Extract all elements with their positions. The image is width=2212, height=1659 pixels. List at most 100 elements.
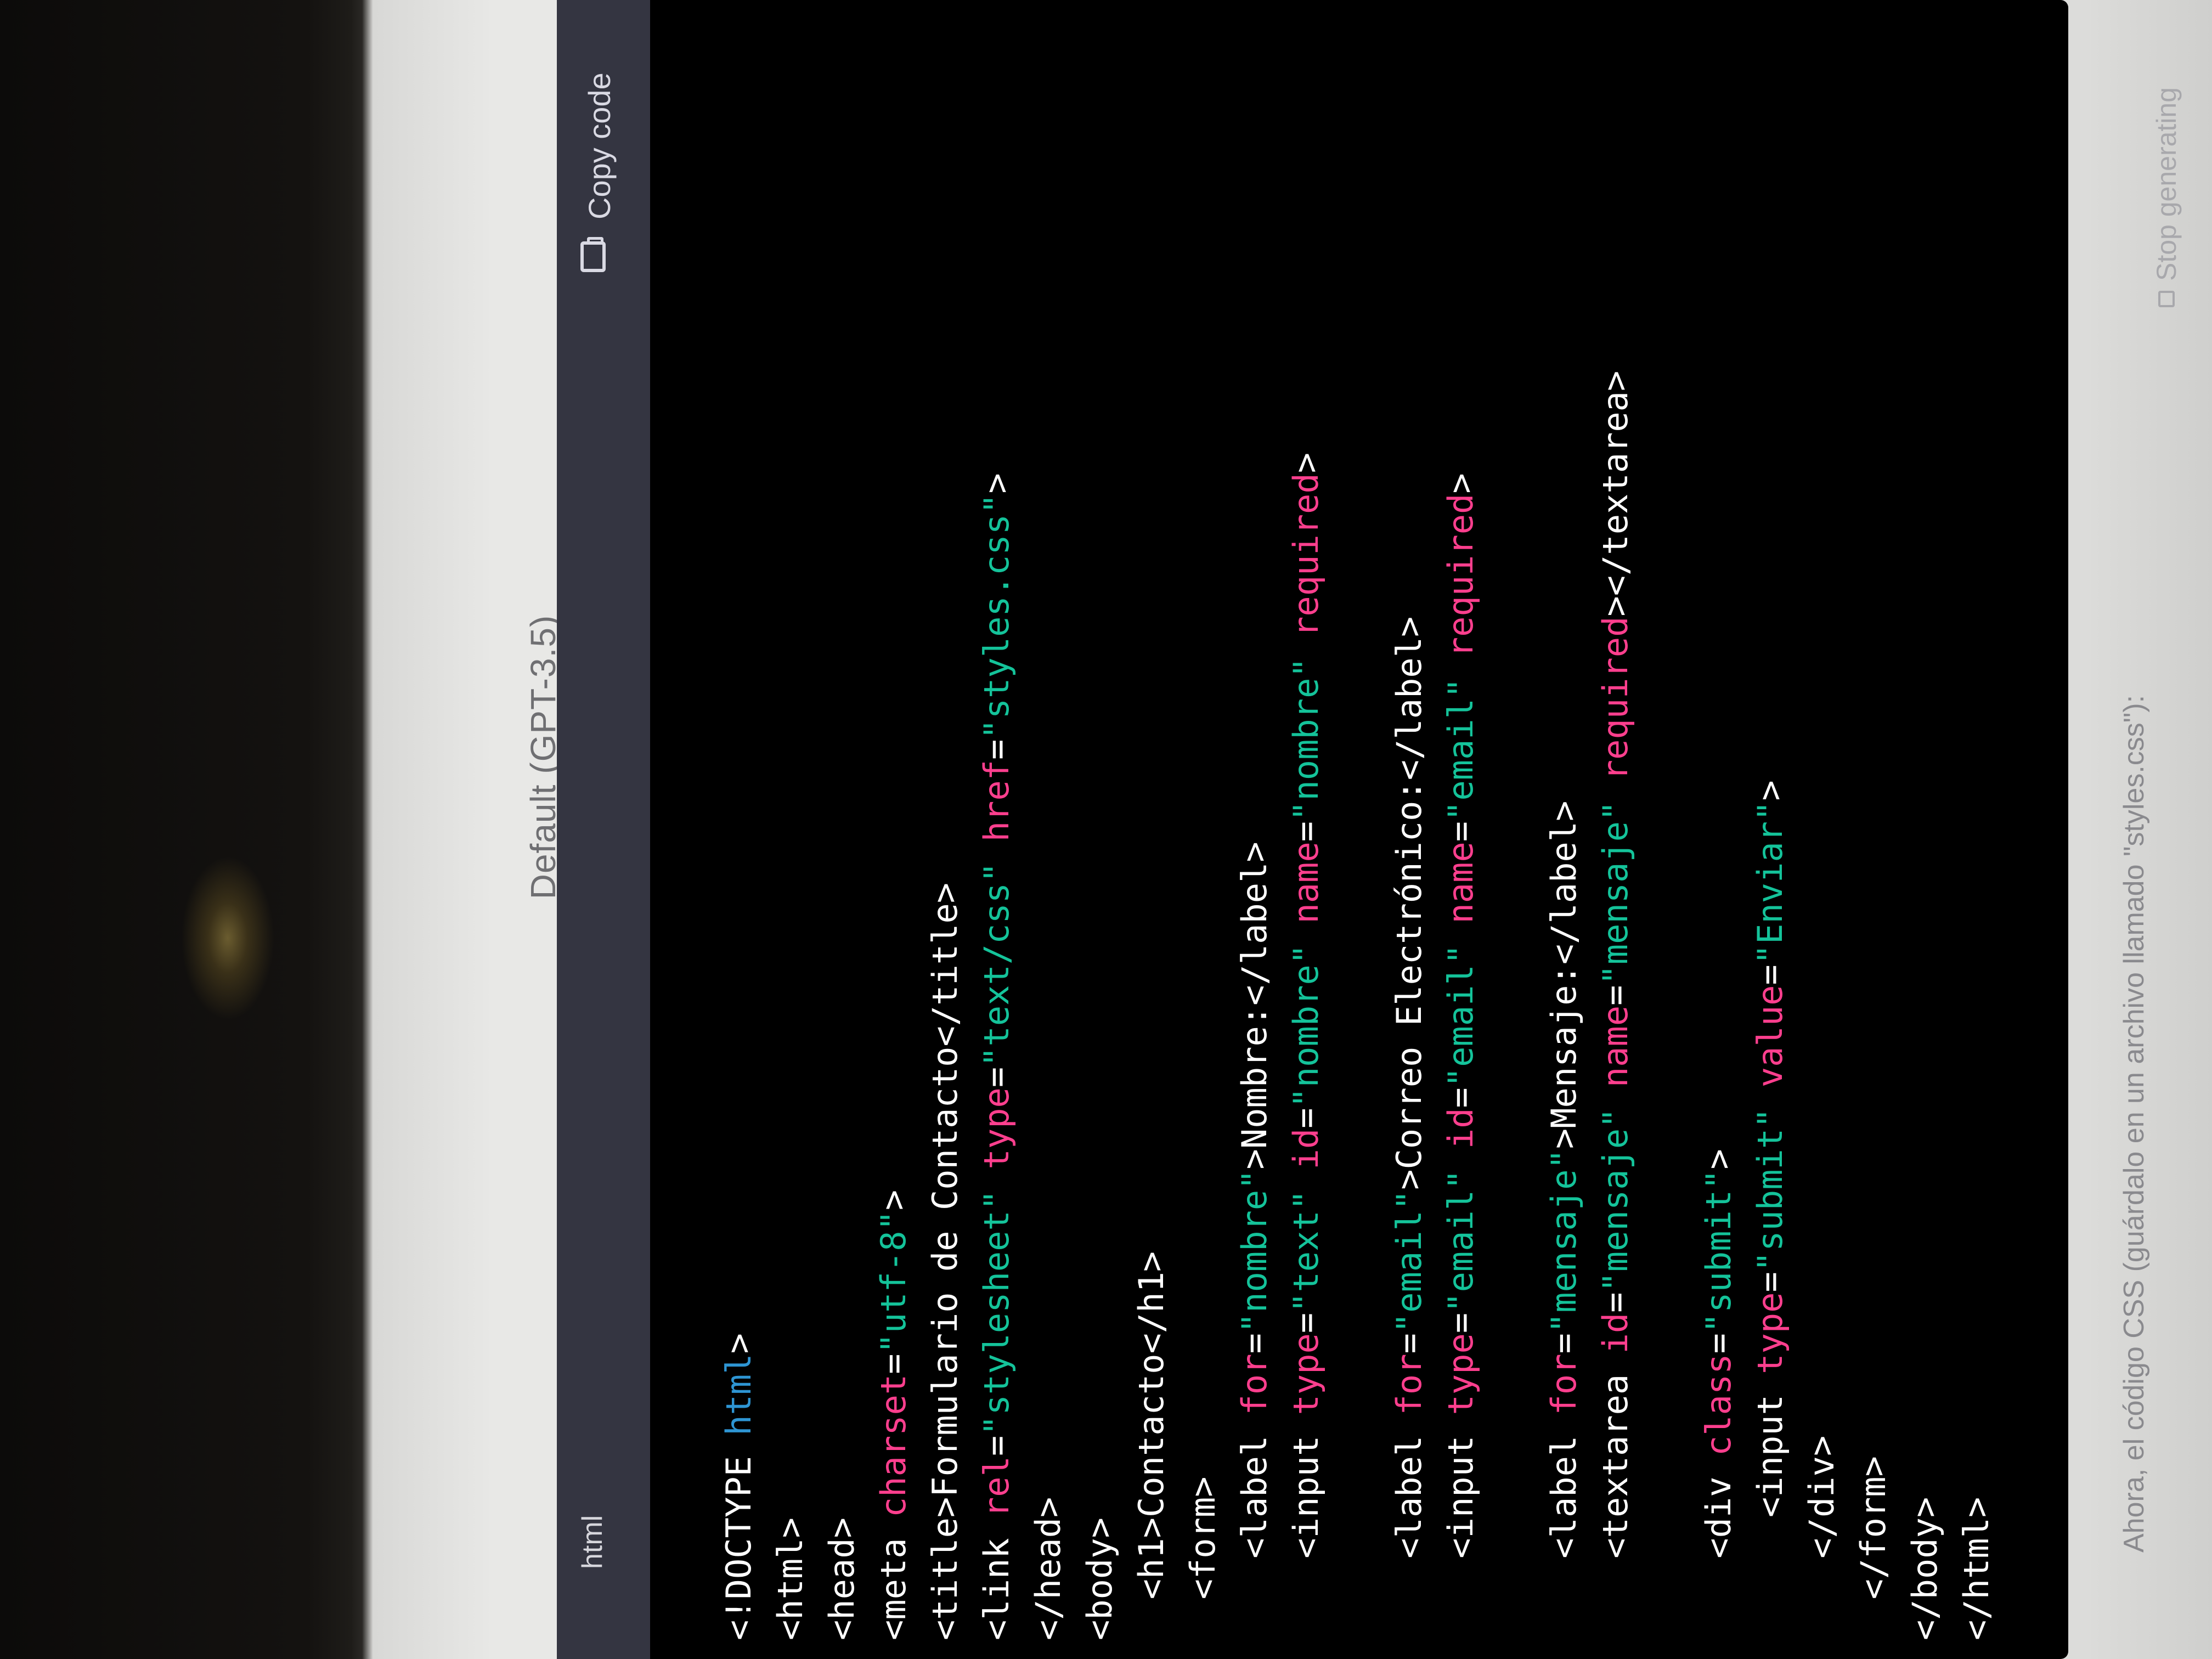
code-token: = xyxy=(1286,821,1326,842)
code-token: = xyxy=(1544,1333,1584,1354)
code-token: <!DOCTYPE xyxy=(719,1435,759,1640)
code-token: "submit" xyxy=(1750,1108,1790,1272)
code-token: <head> xyxy=(822,1517,862,1640)
code-token: = xyxy=(1595,1292,1635,1313)
code-token: > xyxy=(1389,1169,1429,1190)
code-line: <h1>Contacto</h1> xyxy=(1126,22,1177,1640)
code-token: "nombre" xyxy=(1286,657,1326,821)
code-token: for xyxy=(1544,1353,1584,1415)
stop-generating-button[interactable]: Stop generating xyxy=(2151,87,2182,307)
code-token: = xyxy=(1595,985,1635,1006)
code-token: "email" xyxy=(1441,944,1481,1088)
code-token: </div> xyxy=(1802,1435,1842,1640)
code-token: type xyxy=(1750,1292,1790,1374)
code-line: <meta charset="utf-8"> xyxy=(868,22,919,1640)
copy-code-label: Copy code xyxy=(582,72,617,219)
code-token: name xyxy=(1595,1005,1635,1088)
code-token: = xyxy=(1750,964,1790,985)
code-token: </title> xyxy=(925,882,965,1047)
code-token: > xyxy=(977,473,1017,494)
code-token: = xyxy=(1389,1333,1429,1354)
code-token: "text/css" xyxy=(977,862,1017,1067)
code-line: <textarea id="mensaje" name="mensaje" re… xyxy=(1590,22,1641,1640)
code-token: = xyxy=(1441,1312,1481,1334)
code-token: "email" xyxy=(1441,678,1481,821)
code-token: required xyxy=(1441,493,1481,658)
code-token: > xyxy=(1750,780,1790,801)
code-token: name xyxy=(1286,842,1326,924)
clipboard-icon xyxy=(580,237,606,272)
code-line: <body> xyxy=(1074,22,1126,1640)
code-token: <label xyxy=(1234,1415,1274,1640)
code-token: <html> xyxy=(770,1517,810,1640)
code-token: "mensaje" xyxy=(1595,1108,1635,1293)
code-line: </div> xyxy=(1796,22,1848,1640)
copy-code-button[interactable]: Copy code xyxy=(571,22,636,272)
bezel-reflection xyxy=(181,856,274,1020)
code-token: <link xyxy=(977,1517,1017,1640)
code-token: = xyxy=(977,739,1017,760)
code-token: charset xyxy=(873,1374,913,1518)
code-token: rel xyxy=(977,1456,1017,1518)
code-token: <label xyxy=(1389,1415,1429,1640)
code-token: class xyxy=(1699,1353,1739,1457)
code-token: <input xyxy=(1441,1415,1481,1640)
code-token: = xyxy=(977,1435,1017,1457)
code-token: "styles.css" xyxy=(977,493,1017,740)
code-token: "nombre" xyxy=(1234,1169,1274,1334)
code-token: <title> xyxy=(925,1497,965,1640)
code-token: </h1> xyxy=(1131,1251,1171,1354)
code-token: </head> xyxy=(1028,1497,1068,1640)
code-token: </form> xyxy=(1853,1456,1893,1640)
code-line: <label for="mensaje">Mensaje:</label> xyxy=(1538,22,1590,1640)
code-token: = xyxy=(873,1353,913,1374)
code-line: <form> xyxy=(1177,22,1229,1640)
code-token: type xyxy=(1286,1333,1326,1415)
code-token: = xyxy=(1750,1272,1790,1293)
code-token: href xyxy=(977,759,1017,842)
code-token: > xyxy=(1544,1128,1584,1149)
code-content: <!DOCTYPE html> <html> <head> <meta charset… xyxy=(713,22,2030,1640)
code-token: = xyxy=(1441,821,1481,842)
code-token: "nombre" xyxy=(1286,944,1326,1108)
code-line: </body> xyxy=(1899,22,1951,1640)
code-token: = xyxy=(1286,1108,1326,1128)
code-token: > xyxy=(1234,1149,1274,1170)
code-token: </label> xyxy=(1544,800,1584,965)
code-line: <html> xyxy=(765,22,816,1640)
code-token: "mensaje" xyxy=(1544,1149,1584,1334)
code-line: <input type="email" id="email" name="ema… xyxy=(1435,22,1487,1640)
code-token: Correo Electrónico: xyxy=(1389,780,1429,1170)
code-token: = xyxy=(1699,1333,1739,1354)
code-token: > xyxy=(1286,452,1326,473)
code-token: > xyxy=(1699,1149,1739,1170)
code-token: id xyxy=(1286,1128,1326,1170)
code-token: <meta xyxy=(873,1517,913,1640)
code-token: value xyxy=(1750,985,1790,1088)
code-token: "utf-8" xyxy=(873,1210,913,1354)
code-token: name xyxy=(1441,842,1481,924)
code-token: ></textarea> xyxy=(1595,370,1635,617)
code-token: "Enviar" xyxy=(1750,800,1790,965)
code-token: <input xyxy=(1750,1374,1790,1640)
code-token: for xyxy=(1234,1353,1274,1415)
stop-generating-label: Stop generating xyxy=(2151,87,2182,281)
code-token: <div xyxy=(1699,1456,1739,1640)
code-token: Mensaje: xyxy=(1544,964,1584,1128)
code-token: for xyxy=(1389,1353,1429,1415)
code-line: <label for="email">Correo Electrónico:</… xyxy=(1384,22,1435,1640)
code-line: <label for="nombre">Nombre:</label> xyxy=(1229,22,1280,1640)
code-line: <head> xyxy=(816,22,868,1640)
stop-icon xyxy=(2158,291,2175,307)
code-token: <form> xyxy=(1183,1476,1223,1640)
code-token: Nombre: xyxy=(1234,1005,1274,1149)
assistant-message-text: Ahora, el código CSS (guárdalo en un arc… xyxy=(2118,695,2150,1553)
